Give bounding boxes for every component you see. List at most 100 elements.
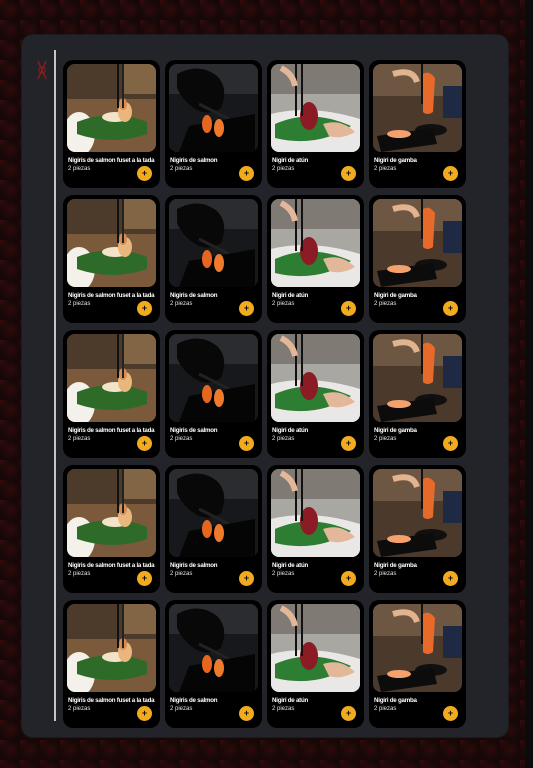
product-quantity: 2 piezas bbox=[374, 571, 397, 577]
add-to-cart-button[interactable]: + bbox=[239, 166, 254, 181]
product-name: Nigiris de salmon fuset a la tada bbox=[68, 697, 155, 704]
product-card-10[interactable]: Nigiris de salmon 2 piezas + bbox=[165, 330, 262, 458]
product-card-8[interactable]: Nigiri de gamba 2 piezas + bbox=[369, 195, 466, 323]
product-photo bbox=[271, 64, 360, 152]
product-quantity: 2 piezas bbox=[374, 436, 397, 442]
product-quantity: 2 piezas bbox=[170, 436, 193, 442]
add-to-cart-button[interactable]: + bbox=[137, 301, 152, 316]
product-photo bbox=[373, 469, 462, 557]
plus-icon: + bbox=[345, 438, 352, 448]
add-to-cart-button[interactable]: + bbox=[443, 706, 458, 721]
plus-icon: + bbox=[141, 573, 148, 583]
product-name: Nigiri de atún bbox=[272, 157, 309, 164]
plus-icon: + bbox=[345, 573, 352, 583]
plus-icon: + bbox=[141, 708, 148, 718]
product-grid: Nigiris de salmon fuset a la tada 2 piez… bbox=[63, 60, 468, 730]
product-quantity: 2 piezas bbox=[68, 706, 91, 712]
add-to-cart-button[interactable]: + bbox=[239, 571, 254, 586]
product-card-19[interactable]: Nigiri de atún 2 piezas + bbox=[267, 600, 364, 728]
add-to-cart-button[interactable]: + bbox=[341, 166, 356, 181]
product-name: Nigiris de salmon bbox=[170, 427, 218, 434]
product-photo bbox=[67, 469, 156, 557]
product-photo bbox=[271, 334, 360, 422]
add-to-cart-button[interactable]: + bbox=[137, 571, 152, 586]
add-to-cart-button[interactable]: + bbox=[239, 436, 254, 451]
product-card-13[interactable]: Nigiris de salmon fuset a la tada 2 piez… bbox=[63, 465, 160, 593]
add-to-cart-button[interactable]: + bbox=[341, 571, 356, 586]
product-photo bbox=[271, 604, 360, 692]
menu-panel: Nigiris de salmon fuset a la tada 2 piez… bbox=[21, 34, 509, 738]
product-photo bbox=[373, 199, 462, 287]
chopsticks-icon[interactable] bbox=[35, 58, 49, 82]
product-name: Nigiri de gamba bbox=[374, 427, 417, 434]
plus-icon: + bbox=[345, 708, 352, 718]
product-card-14[interactable]: Nigiris de salmon 2 piezas + bbox=[165, 465, 262, 593]
product-card-16[interactable]: Nigiri de gamba 2 piezas + bbox=[369, 465, 466, 593]
plus-icon: + bbox=[141, 438, 148, 448]
add-to-cart-button[interactable]: + bbox=[341, 706, 356, 721]
product-card-4[interactable]: Nigiri de gamba 2 piezas + bbox=[369, 60, 466, 188]
plus-icon: + bbox=[447, 573, 454, 583]
plus-icon: + bbox=[447, 168, 454, 178]
product-name: Nigiri de gamba bbox=[374, 292, 417, 299]
product-card-5[interactable]: Nigiris de salmon fuset a la tada 2 piez… bbox=[63, 195, 160, 323]
product-quantity: 2 piezas bbox=[272, 301, 295, 307]
add-to-cart-button[interactable]: + bbox=[341, 301, 356, 316]
add-to-cart-button[interactable]: + bbox=[443, 571, 458, 586]
add-to-cart-button[interactable]: + bbox=[239, 706, 254, 721]
product-quantity: 2 piezas bbox=[170, 571, 193, 577]
product-name: Nigiris de salmon bbox=[170, 697, 218, 704]
product-photo bbox=[373, 334, 462, 422]
product-card-2[interactable]: Nigiris de salmon 2 piezas + bbox=[165, 60, 262, 188]
add-to-cart-button[interactable]: + bbox=[239, 301, 254, 316]
product-card-15[interactable]: Nigiri de atún 2 piezas + bbox=[267, 465, 364, 593]
plus-icon: + bbox=[345, 168, 352, 178]
add-to-cart-button[interactable]: + bbox=[341, 436, 356, 451]
product-card-7[interactable]: Nigiri de atún 2 piezas + bbox=[267, 195, 364, 323]
add-to-cart-button[interactable]: + bbox=[137, 706, 152, 721]
add-to-cart-button[interactable]: + bbox=[443, 301, 458, 316]
product-photo bbox=[271, 199, 360, 287]
product-card-20[interactable]: Nigiri de gamba 2 piezas + bbox=[369, 600, 466, 728]
product-card-9[interactable]: Nigiris de salmon fuset a la tada 2 piez… bbox=[63, 330, 160, 458]
sidebar bbox=[32, 50, 58, 725]
plus-icon: + bbox=[243, 168, 250, 178]
product-quantity: 2 piezas bbox=[374, 706, 397, 712]
product-name: Nigiri de gamba bbox=[374, 562, 417, 569]
product-card-17[interactable]: Nigiris de salmon fuset a la tada 2 piez… bbox=[63, 600, 160, 728]
product-photo bbox=[67, 64, 156, 152]
add-to-cart-button[interactable]: + bbox=[137, 436, 152, 451]
product-card-12[interactable]: Nigiri de gamba 2 piezas + bbox=[369, 330, 466, 458]
plus-icon: + bbox=[141, 303, 148, 313]
product-card-6[interactable]: Nigiris de salmon 2 piezas + bbox=[165, 195, 262, 323]
product-card-3[interactable]: Nigiri de atún 2 piezas + bbox=[267, 60, 364, 188]
product-name: Nigiri de atún bbox=[272, 292, 309, 299]
product-card-18[interactable]: Nigiris de salmon 2 piezas + bbox=[165, 600, 262, 728]
plus-icon: + bbox=[243, 303, 250, 313]
product-photo bbox=[67, 199, 156, 287]
product-quantity: 2 piezas bbox=[272, 571, 295, 577]
product-name: Nigiris de salmon bbox=[170, 562, 218, 569]
product-name: Nigiris de salmon bbox=[170, 292, 218, 299]
product-photo bbox=[169, 334, 258, 422]
product-name: Nigiris de salmon bbox=[170, 157, 218, 164]
product-photo bbox=[169, 199, 258, 287]
product-photo bbox=[169, 604, 258, 692]
product-quantity: 2 piezas bbox=[68, 166, 91, 172]
add-to-cart-button[interactable]: + bbox=[137, 166, 152, 181]
product-card-1[interactable]: Nigiris de salmon fuset a la tada 2 piez… bbox=[63, 60, 160, 188]
add-to-cart-button[interactable]: + bbox=[443, 166, 458, 181]
product-name: Nigiri de atún bbox=[272, 562, 309, 569]
product-photo bbox=[67, 604, 156, 692]
product-photo bbox=[169, 64, 258, 152]
product-quantity: 2 piezas bbox=[68, 571, 91, 577]
plus-icon: + bbox=[345, 303, 352, 313]
plus-icon: + bbox=[447, 438, 454, 448]
plus-icon: + bbox=[243, 573, 250, 583]
product-card-11[interactable]: Nigiri de atún 2 piezas + bbox=[267, 330, 364, 458]
product-name: Nigiris de salmon fuset a la tada bbox=[68, 427, 155, 434]
add-to-cart-button[interactable]: + bbox=[443, 436, 458, 451]
plus-icon: + bbox=[447, 303, 454, 313]
product-name: Nigiris de salmon fuset a la tada bbox=[68, 562, 155, 569]
page-edge bbox=[525, 0, 533, 768]
